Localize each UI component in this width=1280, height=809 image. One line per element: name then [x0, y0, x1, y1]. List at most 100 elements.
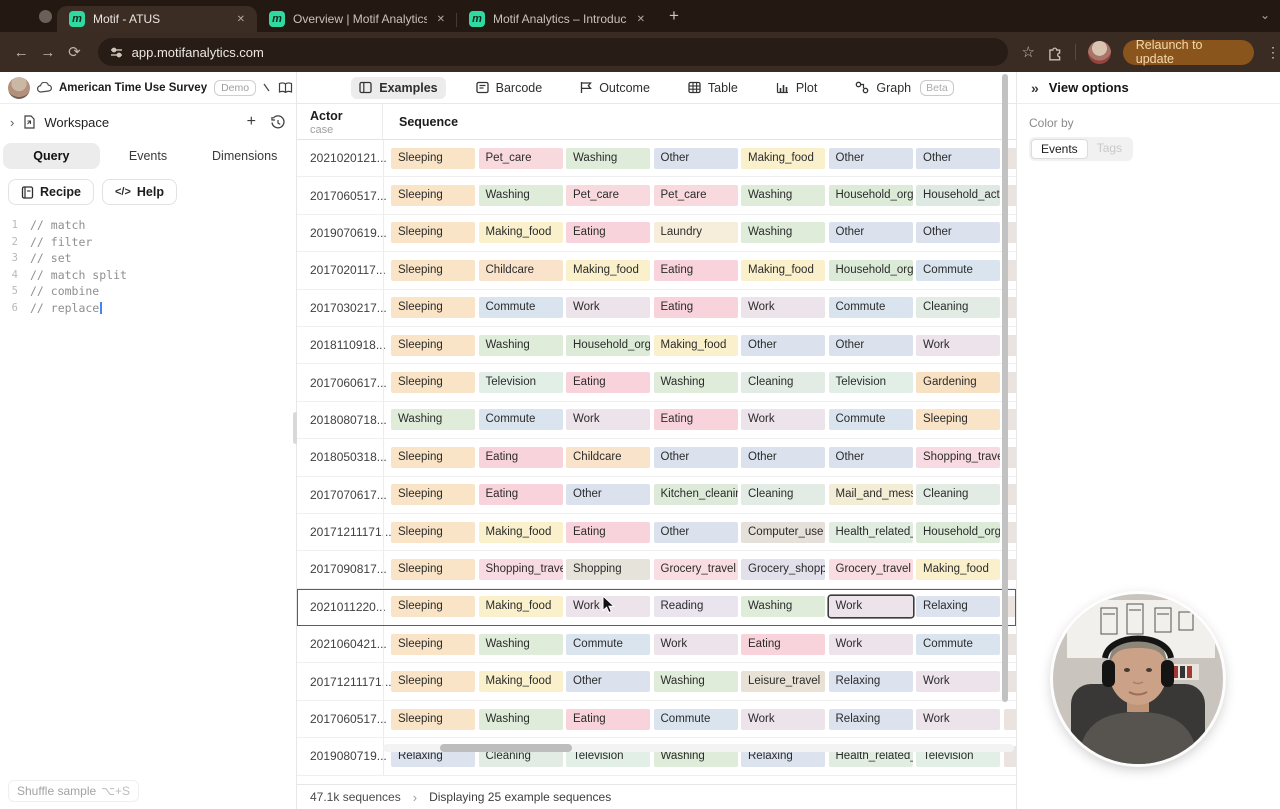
event-chip[interactable]: Work [916, 334, 1000, 356]
event-chip[interactable]: Mail_and_mess... [828, 484, 913, 506]
event-chip[interactable]: Work [741, 297, 825, 319]
extensions-icon[interactable] [1047, 44, 1064, 61]
code-line[interactable]: 3 // set [0, 250, 296, 267]
event-chip[interactable]: Shopping [566, 558, 650, 580]
address-bar[interactable]: app.motifanalytics.com [97, 38, 1008, 66]
event-chip[interactable]: Washing [653, 372, 738, 394]
sequence-row[interactable]: 20171211171... Sleeping Making_food Other Wa… [297, 663, 1016, 701]
event-chip[interactable]: Sleeping [391, 446, 475, 468]
event-chip[interactable]: Laundry [653, 222, 738, 244]
sequence-row[interactable]: 2017060617... Sleeping Television Eating Was… [297, 364, 1016, 402]
event-chip[interactable]: Other [916, 222, 1000, 244]
view-tab-graph[interactable]: Graph Beta [847, 76, 961, 100]
event-chip[interactable]: Washing [741, 596, 825, 618]
event-chip[interactable]: Making_food [478, 521, 563, 543]
event-chip[interactable]: Other [653, 521, 738, 543]
event-chip[interactable]: Washing [741, 185, 825, 207]
event-chip[interactable]: Sleeping [391, 297, 475, 319]
event-chip[interactable]: Sleeping [391, 372, 475, 394]
sequence-row[interactable]: 20171211171... Sleeping Making_food Eating O… [297, 513, 1016, 552]
sequence-row[interactable]: 2017060517... Sleeping Washing Pet_care Pet_… [297, 177, 1016, 215]
event-chip[interactable]: Making_food [916, 558, 1000, 580]
event-chip[interactable]: Sleeping [391, 671, 475, 693]
sequence-row[interactable]: 2021060421... Sleeping Washing Commute Work E… [297, 626, 1016, 664]
code-line[interactable]: 1 // match [0, 217, 296, 234]
sequence-row[interactable]: 2018080718... Washing Commute Work Eating Wor… [297, 401, 1016, 440]
event-chip[interactable]: Washing [391, 409, 475, 431]
code-line[interactable]: 4 // match split [0, 267, 296, 284]
event-chip[interactable]: Work [566, 297, 650, 319]
event-chip[interactable]: Sleeping [916, 409, 1000, 431]
event-chip[interactable]: Cleaning [741, 484, 825, 506]
window-close-button[interactable] [39, 10, 52, 23]
event-chip[interactable]: Washing [478, 633, 563, 655]
event-chip[interactable]: Washing [478, 185, 563, 207]
event-chip[interactable]: Other [741, 446, 825, 468]
event-chip[interactable]: Commute [828, 297, 913, 319]
event-chip[interactable]: Pet_care [478, 147, 563, 169]
browser-tab[interactable]: m Overview | Motif Analytics ✕ [257, 6, 457, 32]
event-chip[interactable]: Washing [566, 147, 650, 169]
event-chip[interactable]: Commute [828, 409, 913, 431]
tab-dimensions[interactable]: Dimensions [196, 143, 293, 169]
browser-tab[interactable]: m Motif Analytics – Introducing ✕ [457, 6, 657, 32]
event-chip[interactable]: Grocery_travel [653, 558, 738, 580]
color-by-events[interactable]: Events [1031, 139, 1088, 159]
event-chip[interactable]: Cleaning [741, 372, 825, 394]
event-chip[interactable]: Work [741, 708, 825, 730]
event-chip[interactable]: Shopping_travel [478, 558, 563, 580]
event-chip[interactable]: Commute [653, 708, 738, 730]
new-tab-button[interactable]: + [669, 6, 679, 26]
expand-chevron-icon[interactable]: › [10, 115, 14, 130]
event-chip[interactable]: Eating [478, 484, 563, 506]
event-chip[interactable]: Sleeping [391, 259, 475, 281]
horizontal-scrollbar-thumb[interactable] [440, 744, 572, 752]
event-chip[interactable]: Commute [478, 409, 563, 431]
event-chip[interactable]: Reading [653, 596, 738, 618]
event-chip[interactable]: Computer_use [741, 521, 825, 543]
history-icon[interactable] [270, 114, 286, 130]
event-chip[interactable]: Other [828, 334, 913, 356]
event-chip[interactable]: Relaxing [828, 671, 913, 693]
event-chip[interactable]: Other [828, 222, 913, 244]
browser-menu-icon[interactable]: ⋮ [1266, 44, 1280, 61]
bookmark-star-icon[interactable]: ☆ [1022, 43, 1035, 61]
query-editor[interactable]: 1 // match 2 // filter 3 // set 4 // match spli… [0, 217, 296, 316]
event-chip[interactable]: Cleaning [916, 484, 1000, 506]
statusbar-chevron-icon[interactable]: › [413, 790, 417, 805]
edit-icon[interactable] [263, 83, 271, 92]
back-icon[interactable]: ← [8, 44, 35, 61]
event-chip[interactable]: Sleeping [391, 596, 475, 618]
event-chip[interactable]: Washing [741, 222, 825, 244]
event-chip[interactable]: Work [828, 633, 913, 655]
event-chip[interactable]: Making_food [653, 334, 738, 356]
sequence-row[interactable]: 2017090817... Sleeping Shopping_travel Shop… [297, 551, 1016, 589]
sequence-row[interactable]: 2021011220... Sleeping Making_food Work Read… [297, 588, 1016, 627]
event-chip[interactable]: Washing [478, 708, 563, 730]
relaunch-to-update-button[interactable]: Relaunch to update [1122, 38, 1254, 66]
sequence-row[interactable]: 2021020121... Sleeping Pet_care Washing Othe… [297, 140, 1016, 178]
event-chip[interactable]: Work [916, 671, 1000, 693]
reload-icon[interactable]: ⟳ [61, 43, 88, 61]
event-chip[interactable]: Commute [916, 259, 1000, 281]
event-chip[interactable]: Commute [916, 633, 1000, 655]
event-chip[interactable]: Other [828, 147, 913, 169]
tab-search-chevron-icon[interactable]: ⌄ [1260, 8, 1270, 22]
view-tab-examples[interactable]: Examples [351, 76, 446, 99]
add-cell-icon[interactable]: + [247, 113, 256, 131]
event-chip[interactable]: Household_acti... [916, 185, 1000, 207]
forward-icon[interactable]: → [35, 44, 62, 61]
event-chip[interactable]: Eating [566, 372, 650, 394]
tab-events[interactable]: Events [100, 143, 197, 169]
event-chip[interactable]: Eating [478, 446, 563, 468]
event-chip[interactable]: Work [916, 708, 1000, 730]
event-chip[interactable]: Eating [653, 259, 738, 281]
event-chip[interactable]: Other [916, 147, 1000, 169]
event-chip[interactable]: Sleeping [391, 222, 475, 244]
event-chip[interactable]: Work [566, 409, 650, 431]
event-chip[interactable]: Television [828, 372, 913, 394]
event-chip[interactable]: Commute [566, 633, 650, 655]
event-chip[interactable]: Cleaning [916, 297, 1000, 319]
user-avatar[interactable] [8, 76, 30, 99]
event-chip[interactable]: Making_food [741, 259, 825, 281]
